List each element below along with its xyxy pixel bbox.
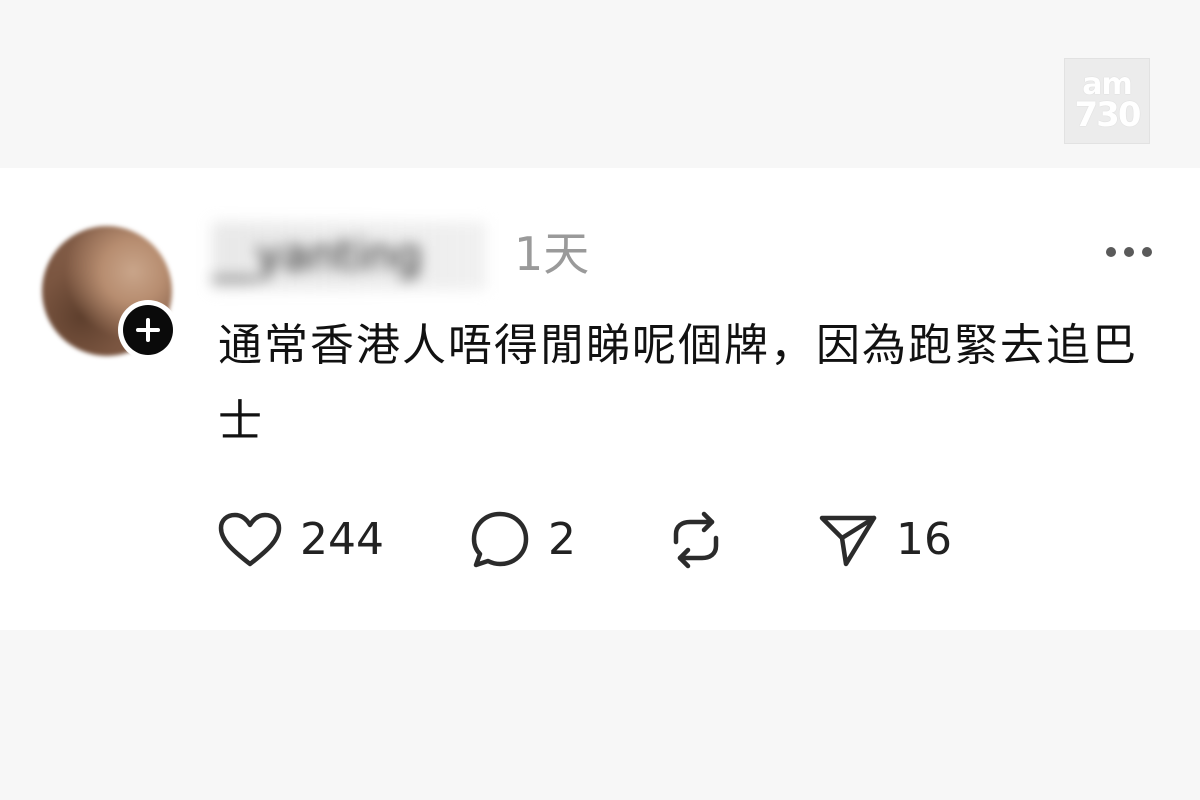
share-count: 16	[896, 514, 952, 565]
watermark-line2: 730	[1074, 95, 1142, 135]
repost-icon	[673, 511, 719, 569]
username[interactable]: __yanting	[212, 222, 486, 290]
timestamp: 1天	[514, 227, 590, 281]
reply-button[interactable]: 2	[470, 508, 576, 572]
like-button[interactable]: 244	[218, 508, 384, 572]
reply-count: 2	[548, 514, 576, 565]
repost-button[interactable]	[666, 508, 744, 572]
plus-icon	[136, 318, 160, 342]
share-icon	[819, 515, 877, 567]
heart-icon	[218, 512, 282, 567]
more-options-button[interactable]	[1104, 244, 1154, 258]
post-text: 通常香港人唔得閒睇呢個牌，因為跑緊去追巴士	[218, 320, 1138, 447]
like-count: 244	[300, 514, 384, 565]
comment-icon	[471, 511, 529, 568]
post-card: __yanting 1天 通常香港人唔得閒睇呢個牌，因為跑緊去追巴士 244 2	[0, 168, 1200, 630]
follow-button[interactable]	[118, 300, 178, 360]
avatar-group[interactable]	[42, 226, 178, 360]
more-icon	[1106, 247, 1152, 257]
share-button[interactable]: 16	[818, 508, 952, 572]
am730-watermark: am 730	[1064, 58, 1150, 144]
